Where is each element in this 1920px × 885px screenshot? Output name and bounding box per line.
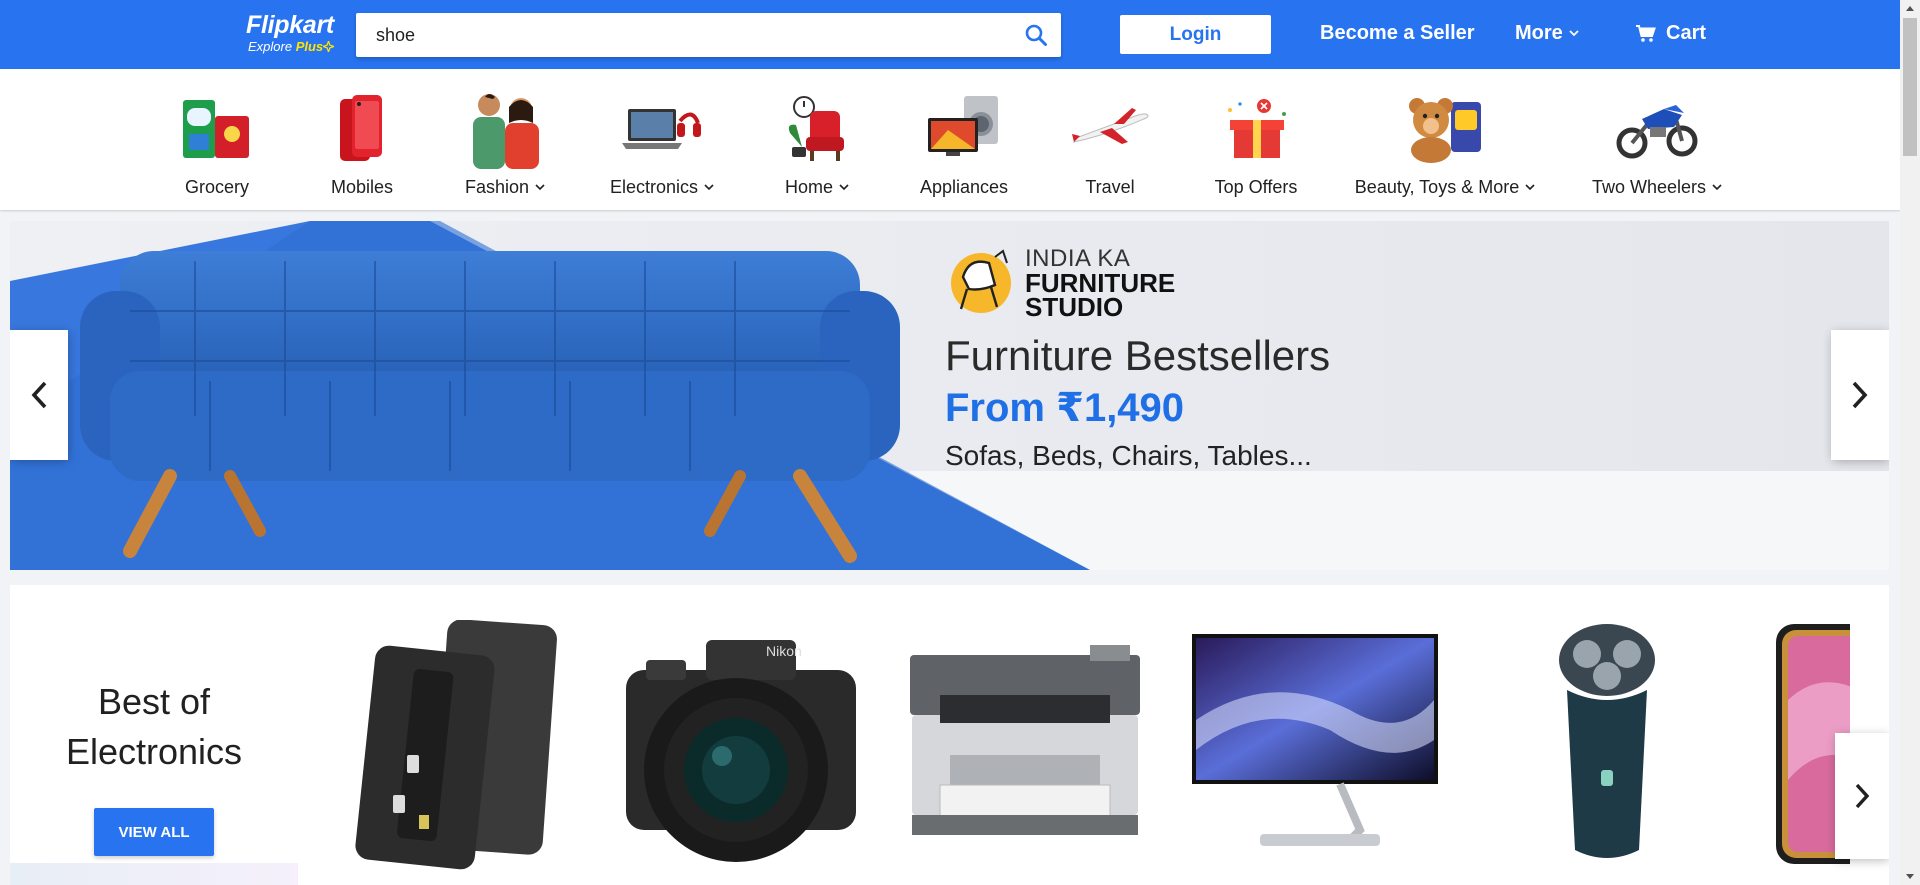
search-button[interactable] (1021, 21, 1051, 49)
category-appliances[interactable]: Appliances (919, 87, 1009, 202)
section-title: Best of Electronics (10, 677, 298, 777)
top-header: Flipkart Explore Plus Login Become a Sel… (0, 0, 1900, 69)
chevron-right-icon (1855, 783, 1870, 809)
banner-subtitle: Sofas, Beds, Chairs, Tables... (945, 440, 1312, 471)
product-card[interactable] (1190, 615, 1440, 875)
view-all-button[interactable]: VIEW ALL (94, 808, 214, 856)
cart-icon (1636, 24, 1656, 42)
appliances-icon (922, 87, 1006, 171)
category-top-offers[interactable]: Top Offers (1210, 87, 1302, 202)
category-fashion[interactable]: Fashion (463, 87, 547, 202)
category-home[interactable]: Home (777, 87, 857, 202)
cart-link[interactable]: Cart (1636, 22, 1706, 45)
products-next-button[interactable] (1835, 733, 1889, 859)
chevron-left-icon (31, 381, 47, 409)
category-label: Travel (1085, 177, 1135, 197)
banner-next-button[interactable] (1831, 330, 1889, 460)
category-travel[interactable]: Travel (1068, 87, 1152, 202)
flipkart-logo[interactable]: Flipkart Explore Plus (246, 11, 342, 57)
search-icon (1025, 24, 1047, 46)
armchair-icon (775, 87, 859, 171)
page-scrollbar[interactable] (1900, 0, 1920, 885)
chevron-down-icon (704, 184, 714, 191)
mobile-phone-icon (320, 87, 404, 171)
hero-banner-carousel[interactable]: INDIA KA FURNITURE STUDIO Furniture Best… (10, 221, 1889, 570)
laptop-icon (620, 87, 704, 171)
section-title-line-2: Electronics (65, 731, 243, 772)
category-label-wrap: Fashion (465, 177, 545, 198)
power-bank-icon (355, 620, 557, 870)
product-card[interactable] (900, 615, 1150, 875)
triangle-up-icon (1906, 6, 1914, 11)
monitor-icon (1192, 634, 1438, 846)
banner-copy: INDIA KA FURNITURE STUDIO Furniture Best… (945, 247, 1330, 473)
section-title-line-1: Best of (97, 681, 211, 722)
logo-tagline-explore: Explore (248, 39, 293, 54)
banner-prev-button[interactable] (10, 330, 68, 460)
armchair-logo-icon (951, 249, 1011, 313)
category-label: Grocery (184, 177, 249, 197)
category-label: Electronics (609, 177, 699, 197)
category-mobiles[interactable]: Mobiles (320, 87, 404, 202)
gift-icon (1214, 87, 1298, 171)
category-label: Mobiles (330, 177, 394, 197)
category-label: Beauty, Toys & More (1354, 177, 1520, 197)
furniture-studio-brand: INDIA KA FURNITURE STUDIO (945, 247, 1330, 322)
scroll-down-arrow[interactable] (1900, 868, 1920, 885)
chevron-down-icon (839, 184, 849, 191)
login-button[interactable]: Login (1120, 15, 1271, 54)
banner-title: Furniture Bestsellers (945, 332, 1331, 379)
chevron-down-icon (1569, 30, 1579, 37)
product-card[interactable] (1482, 615, 1732, 875)
product-card[interactable] (330, 615, 580, 875)
logo-wordmark: Flipkart (246, 11, 334, 39)
shaver-icon (1559, 624, 1655, 858)
chevron-down-icon (535, 184, 545, 191)
scroll-up-arrow[interactable] (1900, 0, 1920, 17)
category-label: Appliances (919, 177, 1009, 197)
camera-icon: Nikon (626, 640, 856, 862)
studio-line-3: STUDIO (1025, 292, 1124, 322)
chevron-down-icon (1525, 184, 1535, 191)
category-label: Home (784, 177, 833, 197)
chevron-right-icon (1852, 381, 1868, 409)
product-card[interactable]: Nikon (616, 615, 866, 875)
grocery-icon (175, 87, 259, 171)
chevron-down-icon (1712, 184, 1722, 191)
category-grocery[interactable]: Grocery (175, 87, 259, 202)
logo-tagline-plus: Plus (295, 39, 324, 54)
category-two-wheelers[interactable]: Two Wheelers (1592, 87, 1722, 202)
motorcycle-icon (1615, 87, 1699, 171)
category-label: Top Offers (1214, 177, 1298, 197)
logo-tagline: Explore Plus (248, 39, 342, 55)
best-of-electronics-section: Best of Electronics VIEW ALL Nikon (10, 585, 1889, 885)
section-decoration (10, 863, 298, 885)
section-header: Best of Electronics VIEW ALL (10, 585, 298, 885)
airplane-icon (1068, 87, 1152, 171)
category-label-wrap: Two Wheelers (1592, 177, 1722, 198)
studio-wordmark: INDIA KA FURNITURE STUDIO (1025, 247, 1175, 322)
fashion-icon (463, 87, 547, 171)
category-label: Two Wheelers (1591, 177, 1707, 197)
banner-price: From ₹1,490 (945, 386, 1185, 430)
search-box (356, 13, 1061, 57)
more-menu-label: More (1515, 22, 1563, 44)
category-label: Fashion (464, 177, 530, 197)
printer-icon (910, 645, 1140, 835)
category-label-wrap: Home (785, 177, 849, 198)
plus-star-icon (323, 41, 335, 52)
more-menu[interactable]: More (1515, 22, 1579, 45)
category-electronics[interactable]: Electronics (607, 87, 717, 202)
svg-text:Nikon: Nikon (766, 643, 802, 659)
teddy-bear-icon (1403, 87, 1487, 171)
scrollbar-thumb[interactable] (1903, 18, 1917, 156)
cart-label: Cart (1666, 22, 1707, 44)
category-nav: Grocery Mobiles Fashion Electronics Home… (0, 69, 1900, 210)
category-beauty-toys[interactable]: Beauty, Toys & More (1355, 87, 1535, 202)
category-label-wrap: Beauty, Toys & More (1355, 177, 1535, 198)
category-label-wrap: Electronics (610, 177, 714, 198)
triangle-down-icon (1906, 874, 1914, 879)
search-input[interactable] (356, 13, 996, 57)
become-seller-link[interactable]: Become a Seller (1320, 22, 1475, 45)
